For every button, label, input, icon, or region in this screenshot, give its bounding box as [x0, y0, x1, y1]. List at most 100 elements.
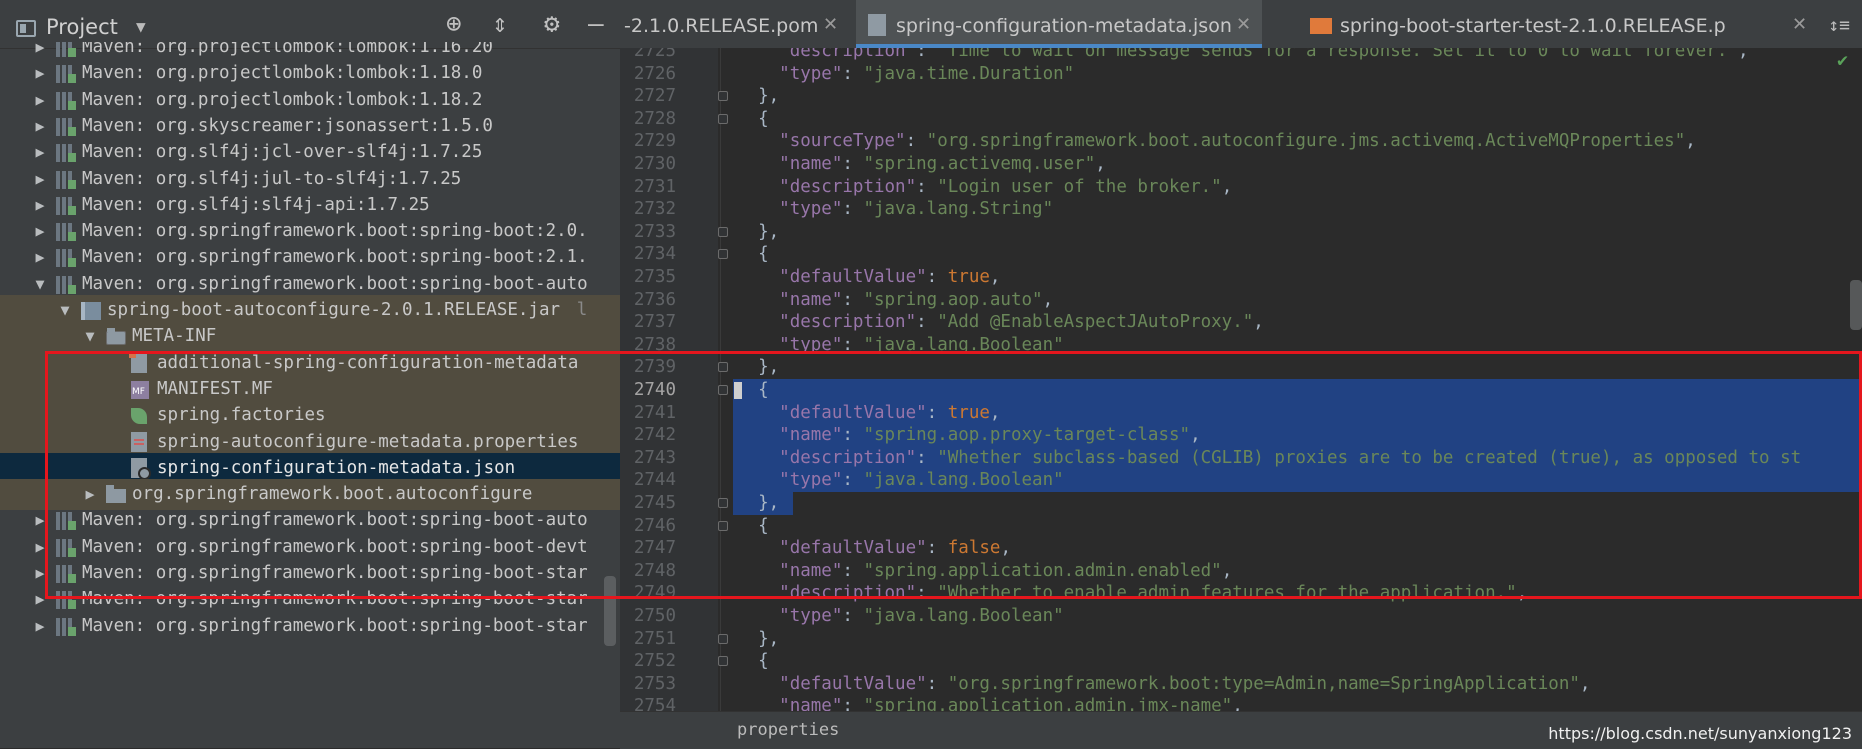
- fold-marker-icon[interactable]: [718, 633, 728, 644]
- code-line[interactable]: 2742 "name": "spring.aop.proxy-target-cl…: [620, 424, 1862, 447]
- json-key: "name": [779, 289, 843, 310]
- close-icon[interactable]: ✕: [1236, 14, 1251, 35]
- json-string: "Whether to enable admin features for th…: [937, 583, 1517, 604]
- fold-marker-icon[interactable]: [718, 498, 728, 508]
- punctuation: [737, 470, 779, 490]
- fold-marker-icon[interactable]: [718, 249, 728, 260]
- watermark: https://blog.csdn.net/sunyanxiong123: [1548, 724, 1852, 743]
- code-line[interactable]: 2739 },: [620, 356, 1862, 379]
- code-line[interactable]: 2748 "name": "spring.application.admin.e…: [620, 560, 1862, 583]
- code-line[interactable]: 2726 "type": "java.time.Duration": [620, 63, 1862, 86]
- code-line[interactable]: 2725 "description": "Time to wait on mes…: [620, 48, 1862, 63]
- code-line[interactable]: 2729 "sourceType": "org.springframework.…: [620, 130, 1862, 153]
- punctuation: },: [737, 628, 780, 649]
- json-key: "description": [779, 447, 917, 468]
- chevron-down-icon[interactable]: ▼: [136, 17, 146, 36]
- close-icon[interactable]: ✕: [1792, 14, 1807, 35]
- json-key: "type": [779, 606, 843, 626]
- code-line[interactable]: 2744 "type": "java.lang.Boolean": [620, 469, 1862, 492]
- json-key: "description": [779, 312, 917, 333]
- code-line[interactable]: 2740 {: [620, 379, 1862, 402]
- library-icon: [56, 591, 76, 610]
- code-text: },: [737, 85, 779, 108]
- json-key: "description": [779, 48, 917, 61]
- code-line[interactable]: 2730 "name": "spring.activemq.user",: [620, 153, 1862, 176]
- tree-item[interactable]: ▶ Maven: org.springframework.boot:spring-…: [0, 611, 620, 642]
- fold-marker-icon[interactable]: [718, 520, 728, 531]
- json-string: "java.lang.Boolean": [863, 606, 1064, 626]
- code-line[interactable]: 2745 },: [620, 492, 1862, 515]
- code-text: {: [737, 650, 769, 673]
- code-line[interactable]: 2737 "description": "Add @EnableAspectJA…: [620, 311, 1862, 334]
- code-line[interactable]: 2734 {: [620, 243, 1862, 266]
- json-string: "spring.application.admin.jmx-name": [863, 696, 1233, 711]
- project-panel: Project ▼ ⊕ ⇕ ⚙ — ▶ Maven: org.projectlom…: [0, 0, 620, 748]
- punctuation: [737, 674, 779, 694]
- code-line[interactable]: 2746 {: [620, 515, 1862, 538]
- fold-marker-icon[interactable]: [718, 362, 728, 373]
- editor-scrollbar[interactable]: [1850, 280, 1862, 330]
- code-line[interactable]: 2735 "defaultValue": true,: [620, 266, 1862, 289]
- punctuation: ,: [989, 402, 1001, 423]
- fold-marker-icon[interactable]: [718, 656, 728, 667]
- punctuation: ,: [1190, 425, 1201, 446]
- code-line[interactable]: 2753 "defaultValue": "org.springframewor…: [620, 673, 1862, 696]
- expand-arrow-closed-icon[interactable]: ▶: [30, 611, 50, 642]
- line-number: 2726: [633, 63, 676, 84]
- code-line[interactable]: 2754 "name": "spring.application.admin.j…: [620, 695, 1862, 711]
- code-line[interactable]: 2743 "description": "Whether subclass-ba…: [620, 446, 1862, 470]
- locate-target-icon[interactable]: ⊕: [446, 11, 462, 37]
- code-line[interactable]: 2732 "type": "java.lang.String": [620, 198, 1862, 221]
- code-line[interactable]: 2727 },: [620, 85, 1862, 108]
- punctuation: :: [926, 673, 948, 694]
- gear-icon[interactable]: ⚙: [544, 11, 560, 37]
- code-line[interactable]: 2728 {: [620, 108, 1862, 131]
- code-line[interactable]: 2747 "defaultValue": false,: [620, 537, 1862, 560]
- project-panel-title[interactable]: Project: [46, 15, 118, 39]
- fold-marker-icon[interactable]: [718, 91, 728, 102]
- minimize-icon[interactable]: —: [588, 11, 604, 37]
- code-line[interactable]: 2752 {: [620, 650, 1862, 673]
- json-string: "spring.application.admin.enabled": [863, 560, 1222, 581]
- code-line[interactable]: 2733 },: [620, 221, 1862, 244]
- code-line[interactable]: 2751 },: [620, 628, 1862, 651]
- line-number: 2750: [633, 606, 676, 626]
- line-number: 2736: [633, 289, 676, 310]
- code-line[interactable]: 2736 "name": "spring.aop.auto",: [620, 289, 1862, 312]
- json-string: "java.lang.Boolean": [863, 334, 1064, 355]
- code-line[interactable]: 2749 "description": "Whether to enable a…: [620, 582, 1862, 605]
- fold-marker-icon[interactable]: [718, 113, 728, 124]
- line-number: 2731: [633, 176, 676, 197]
- json-key: "defaultValue": [779, 673, 927, 694]
- punctuation: ,: [1516, 583, 1528, 604]
- code-line[interactable]: 2741 "defaultValue": true,: [620, 401, 1862, 425]
- punctuation: :: [842, 425, 864, 446]
- punctuation: ,: [1685, 131, 1696, 152]
- punctuation: [737, 403, 779, 423]
- punctuation: ,: [1095, 154, 1106, 174]
- tab-list-icon[interactable]: ↕≡: [1828, 15, 1850, 36]
- punctuation: :: [842, 289, 864, 310]
- code-text: "defaultValue": "org.springframework.boo…: [737, 673, 1590, 696]
- fold-marker-icon[interactable]: [718, 385, 728, 395]
- json-string: "Whether subclass-based (CGLIB) proxies …: [937, 447, 1802, 468]
- code-text: "name": "spring.aop.proxy-target-class",: [737, 424, 1201, 447]
- breadcrumb[interactable]: properties: [737, 720, 839, 740]
- json-key: "type": [779, 334, 843, 355]
- fold-marker-icon[interactable]: [718, 226, 728, 237]
- code-line[interactable]: 2750 "type": "java.lang.Boolean": [620, 605, 1862, 628]
- line-number: 2749: [633, 583, 676, 604]
- code-text: "name": "spring.aop.auto",: [737, 289, 1053, 312]
- close-icon[interactable]: ✕: [823, 14, 838, 35]
- code-line[interactable]: 2738 "type": "java.lang.Boolean": [620, 334, 1862, 357]
- json-literal: true: [947, 267, 990, 287]
- tab-spring-configuration-metadata[interactable]: spring-configuration-metadata.json ✕: [856, 0, 1262, 48]
- code-line[interactable]: 2731 "description": "Login user of the b…: [620, 176, 1862, 199]
- tab-pom[interactable]: -2.1.0.RELEASE.pom ✕: [620, 0, 846, 48]
- code-editor[interactable]: 2725 "description": "Time to wait on mes…: [620, 48, 1862, 711]
- library-icon: [56, 170, 76, 189]
- collapse-all-icon[interactable]: ⇕: [492, 11, 508, 37]
- punctuation: [737, 290, 779, 310]
- tree-scrollbar[interactable]: [604, 576, 616, 646]
- tab-starter-test-pom[interactable]: spring-boot-starter-test-2.1.0.RELEASE.p…: [1302, 0, 1814, 48]
